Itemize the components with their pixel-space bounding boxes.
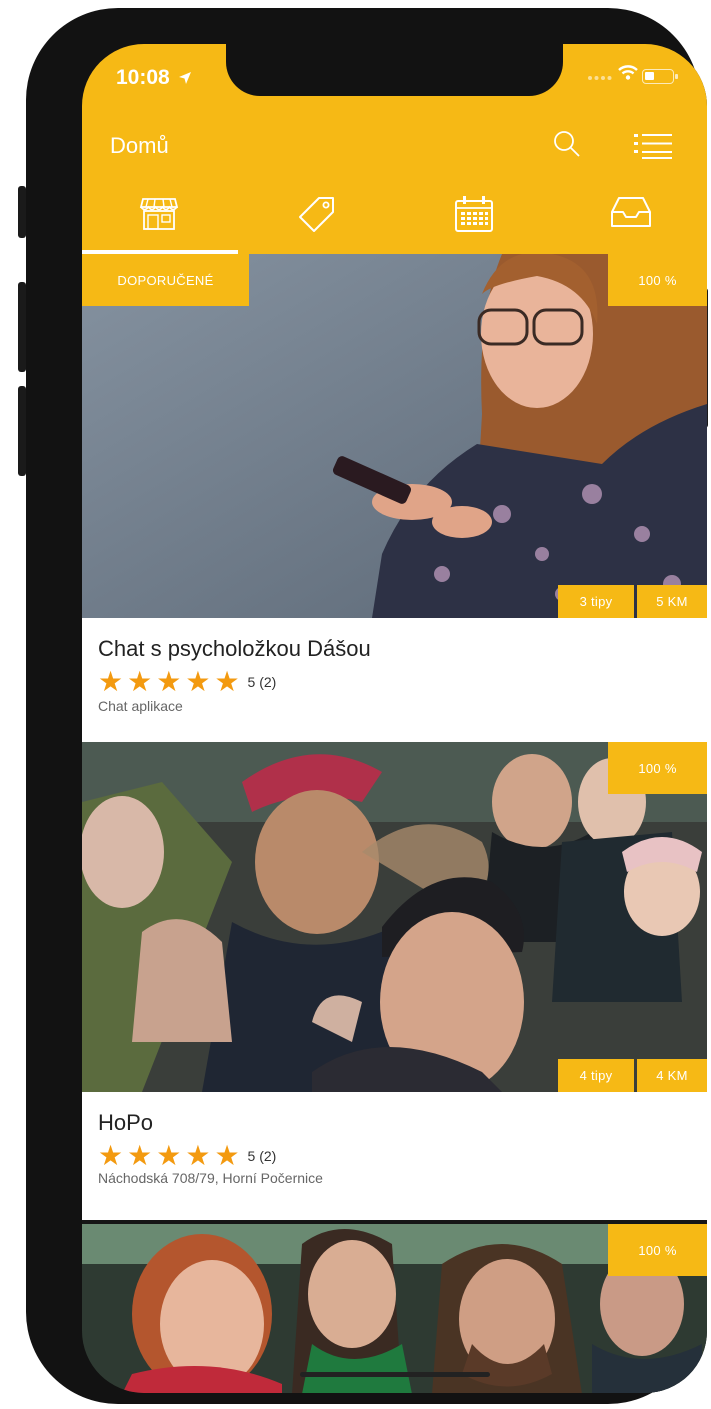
storefront-icon [139, 198, 179, 230]
star-icon: ★ [185, 665, 211, 698]
tab-shops[interactable] [104, 195, 214, 249]
rating-stars: ★ ★ ★ ★ ★ 5 (2) [98, 668, 276, 696]
star-icon: ★ [127, 1139, 153, 1172]
app-header: Domů [82, 110, 707, 254]
list-menu-icon[interactable] [634, 133, 672, 159]
tab-calendar[interactable] [419, 195, 529, 249]
place-category: Chat aplikace [98, 698, 183, 714]
place-photo [82, 742, 707, 1092]
page-title: Domů [110, 133, 169, 158]
list-item[interactable]: 100 % 4 tipy 4 KM HoPo ★ ★ ★ ★ ★ 5 (2) N… [82, 742, 707, 1220]
rating-value: 5 (2) [247, 1148, 277, 1164]
star-icon: ★ [98, 1139, 124, 1172]
place-address: Náchodská 708/79, Horní Počernice [98, 1170, 323, 1186]
tag-icon [299, 197, 334, 232]
list-item[interactable]: DOPORUČENÉ 100 % 3 tipy 5 KM Chat s psyc… [82, 254, 707, 742]
match-badge: 100 % [608, 254, 707, 306]
tab-deals[interactable] [262, 195, 372, 249]
phone-frame: 10:08 Domů DOPORUČENÉ 100 % 3 tipy 5 KM … [18, 8, 708, 1404]
star-icon: ★ [214, 1139, 240, 1172]
featured-badge: DOPORUČENÉ [82, 254, 249, 306]
tab-inbox[interactable] [576, 195, 686, 249]
distance-badge: 5 KM [637, 585, 707, 618]
place-info: Chat s psycholožkou Dášou ★ ★ ★ ★ ★ 5 (2… [82, 618, 707, 742]
location-arrow-icon [178, 72, 191, 84]
rating-stars: ★ ★ ★ ★ ★ 5 (2) [98, 1142, 276, 1170]
signal-icon [588, 76, 612, 80]
place-photo [82, 254, 707, 618]
tips-badge: 3 tipy [558, 585, 634, 618]
clock: 10:08 [116, 66, 192, 90]
place-name: HoPo [98, 1110, 154, 1135]
search-icon[interactable] [552, 129, 582, 159]
match-badge: 100 % [608, 742, 707, 794]
star-icon: ★ [98, 665, 124, 698]
star-icon: ★ [156, 665, 182, 698]
screen: 10:08 Domů DOPORUČENÉ 100 % 3 tipy 5 KM … [82, 44, 707, 1393]
volume-down-button [18, 386, 26, 476]
match-badge: 100 % [608, 1224, 707, 1276]
distance-badge: 4 KM [637, 1059, 707, 1092]
volume-up-button [18, 282, 26, 372]
star-icon: ★ [185, 1139, 211, 1172]
status-bar: 10:08 [82, 44, 707, 110]
home-indicator[interactable] [300, 1372, 490, 1377]
star-icon: ★ [214, 665, 240, 698]
star-icon: ★ [156, 1139, 182, 1172]
notch [226, 44, 563, 96]
calendar-icon [455, 196, 493, 232]
battery-icon [642, 69, 678, 84]
place-info: HoPo ★ ★ ★ ★ ★ 5 (2) Náchodská 708/79, H… [82, 1092, 707, 1220]
star-icon: ★ [127, 665, 153, 698]
place-name: Chat s psycholožkou Dášou [98, 636, 371, 661]
wifi-icon [618, 65, 638, 80]
inbox-icon [611, 197, 651, 227]
tips-badge: 4 tipy [558, 1059, 634, 1092]
list-item[interactable]: 100 % [82, 1224, 707, 1393]
side-switch [18, 186, 26, 238]
rating-value: 5 (2) [247, 674, 277, 690]
